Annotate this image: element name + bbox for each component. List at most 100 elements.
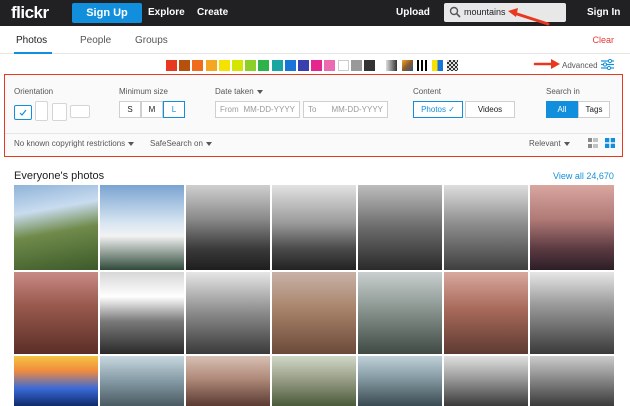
swatch-texture[interactable] <box>447 60 458 71</box>
size-s-button[interactable]: S <box>119 101 141 118</box>
grid-view-icon[interactable] <box>605 138 615 148</box>
date-taken-label: Date taken <box>215 87 254 96</box>
photo-thumbnail[interactable] <box>530 272 614 354</box>
photo-grid <box>14 185 614 406</box>
orientation-all[interactable] <box>14 105 32 120</box>
advanced-filters-panel: Orientation Minimum size S M L Date take… <box>4 74 623 157</box>
photo-thumbnail[interactable] <box>358 356 442 406</box>
color-swatch[interactable] <box>364 60 375 71</box>
date-to-label: To <box>308 105 317 114</box>
upload-link[interactable]: Upload <box>396 7 430 18</box>
safesearch-label: SafeSearch on <box>150 139 203 148</box>
date-to-input[interactable]: To MM-DD-YYYY <box>303 101 388 118</box>
safesearch-dropdown[interactable]: SafeSearch on <box>150 139 212 148</box>
min-size-label: Minimum size <box>119 87 168 96</box>
chevron-down-icon <box>128 141 135 146</box>
color-swatch[interactable] <box>298 60 309 71</box>
photo-thumbnail[interactable] <box>272 356 356 406</box>
content-photos-button[interactable]: Photos ✓ <box>413 101 463 118</box>
results-title: Everyone's photos <box>14 170 105 182</box>
active-tab-indicator <box>14 52 52 54</box>
sign-up-button[interactable]: Sign Up <box>72 3 142 23</box>
date-to-placeholder: MM-DD-YYYY <box>331 105 383 114</box>
photo-thumbnail[interactable] <box>444 272 528 354</box>
photo-thumbnail[interactable] <box>272 185 356 270</box>
color-swatch[interactable] <box>166 60 177 71</box>
swatch-pattern[interactable] <box>432 60 443 71</box>
photo-thumbnail[interactable] <box>444 185 528 270</box>
color-swatch[interactable] <box>232 60 243 71</box>
photo-thumbnail[interactable] <box>186 356 270 406</box>
explore-link[interactable]: Explore <box>148 7 185 18</box>
color-swatch[interactable] <box>324 60 336 71</box>
search-icon <box>449 6 461 18</box>
photo-thumbnail[interactable] <box>14 272 98 354</box>
list-view-icon[interactable] <box>588 138 598 148</box>
color-swatch[interactable] <box>271 60 283 71</box>
photo-thumbnail[interactable] <box>100 185 184 270</box>
photo-thumbnail[interactable] <box>444 356 528 406</box>
date-taken-dropdown[interactable]: Date taken <box>215 87 263 96</box>
photo-thumbnail[interactable] <box>100 356 184 406</box>
swatch-black-white[interactable] <box>386 60 397 71</box>
license-dropdown[interactable]: No known copyright restrictions <box>14 139 135 148</box>
color-swatch[interactable] <box>337 60 349 71</box>
photo-thumbnail[interactable] <box>358 272 442 354</box>
photo-thumbnail[interactable] <box>14 185 98 270</box>
color-swatch[interactable] <box>218 60 230 71</box>
tab-people[interactable]: People <box>80 35 111 46</box>
search-in-all-button[interactable]: All <box>546 101 578 118</box>
photo-thumbnail[interactable] <box>530 185 614 270</box>
clear-button[interactable]: Clear <box>592 35 614 45</box>
swatch-shallow-depth[interactable] <box>402 60 413 71</box>
sliders-icon[interactable] <box>601 59 614 70</box>
color-swatch[interactable] <box>179 60 191 71</box>
swatch-minimalist[interactable] <box>417 60 428 71</box>
orientation-landscape[interactable] <box>70 105 90 118</box>
photo-thumbnail[interactable] <box>186 185 270 270</box>
date-from-placeholder: MM-DD-YYYY <box>243 105 295 114</box>
orientation-label: Orientation <box>14 87 54 96</box>
photo-thumbnail[interactable] <box>14 356 98 406</box>
color-swatch[interactable] <box>284 60 296 71</box>
date-from-label: From <box>220 105 239 114</box>
sort-dropdown[interactable]: Relevant <box>529 139 570 148</box>
create-link[interactable]: Create <box>197 7 228 18</box>
content-label: Content <box>413 87 442 96</box>
photo-thumbnail[interactable] <box>186 272 270 354</box>
color-swatch[interactable] <box>258 60 270 71</box>
photo-thumbnail[interactable] <box>272 272 356 354</box>
check-icon: ✓ <box>448 105 455 114</box>
chevron-down-icon <box>256 89 263 94</box>
tab-groups[interactable]: Groups <box>135 35 168 46</box>
sign-in-link[interactable]: Sign In <box>587 7 620 18</box>
content-videos-button[interactable]: Videos <box>465 101 515 118</box>
search-in-tags-button[interactable]: Tags <box>578 101 610 118</box>
color-swatch[interactable] <box>205 60 217 71</box>
check-icon <box>19 109 27 116</box>
flickr-logo[interactable]: flickr <box>11 3 49 23</box>
color-swatch[interactable] <box>245 60 257 71</box>
size-m-button[interactable]: M <box>141 101 163 118</box>
size-l-button[interactable]: L <box>163 101 185 118</box>
photo-thumbnail[interactable] <box>530 356 614 406</box>
advanced-arrow-icon <box>533 59 560 69</box>
orientation-portrait[interactable] <box>35 101 48 121</box>
chevron-down-icon <box>205 141 212 146</box>
annotation-arrow-icon <box>508 8 550 26</box>
panel-divider <box>5 133 621 134</box>
color-swatch[interactable] <box>192 60 204 71</box>
color-swatch[interactable] <box>350 60 362 71</box>
advanced-toggle[interactable]: Advanced <box>562 61 598 70</box>
photo-thumbnail[interactable] <box>100 272 184 354</box>
date-from-input[interactable]: From MM-DD-YYYY <box>215 101 300 118</box>
orientation-square[interactable] <box>52 103 67 121</box>
tab-photos[interactable]: Photos <box>16 35 47 46</box>
sort-label: Relevant <box>529 139 561 148</box>
view-all-link[interactable]: View all 24,670 <box>553 171 614 181</box>
photo-thumbnail[interactable] <box>358 185 442 270</box>
sub-navigation: Photos People Groups Clear <box>0 26 630 54</box>
license-label: No known copyright restrictions <box>14 139 126 148</box>
search-in-label: Search in <box>546 87 580 96</box>
color-swatch[interactable] <box>311 60 323 71</box>
